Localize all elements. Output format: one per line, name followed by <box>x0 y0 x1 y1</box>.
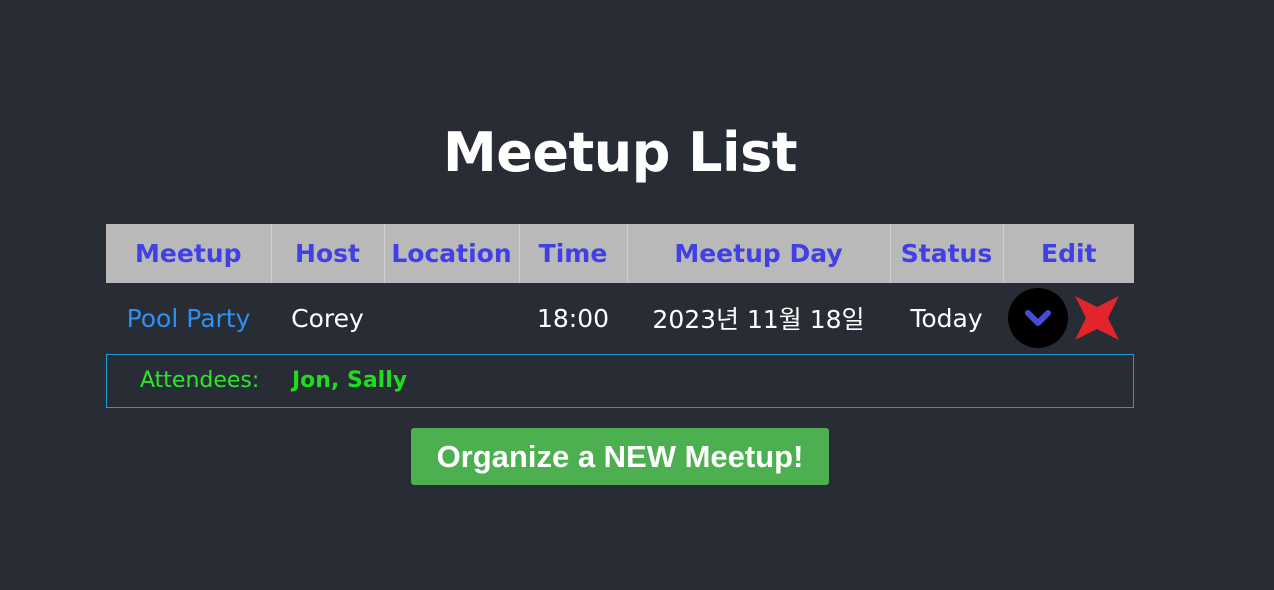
close-icon <box>1075 296 1119 340</box>
organize-new-meetup-button[interactable]: Organize a NEW Meetup! <box>411 428 829 485</box>
attendees-label: Attendees: <box>140 368 260 393</box>
edit-cell <box>1003 283 1134 353</box>
header-status: Status <box>889 224 1003 283</box>
header-time: Time <box>518 224 627 283</box>
status-cell: Today <box>910 303 983 333</box>
header-edit: Edit <box>1002 224 1134 283</box>
header-location: Location <box>383 224 519 283</box>
table-header-row: Meetup Host Location Time Meetup Day Sta… <box>106 224 1134 283</box>
header-meetup-day: Meetup Day <box>626 224 890 283</box>
attendees-row: Attendees: Jon, Sally <box>106 354 1134 408</box>
table-row: Pool Party Corey 18:00 2023년 11월 18일 Tod… <box>106 283 1134 353</box>
meetup-day-cell: 2023년 11월 18일 <box>652 305 865 334</box>
location-cell <box>384 283 519 353</box>
header-meetup: Meetup <box>106 224 271 283</box>
chevron-down-icon <box>1025 310 1051 326</box>
meetup-name-link[interactable]: Pool Party <box>106 283 271 353</box>
delete-button[interactable] <box>1072 293 1122 343</box>
host-cell: Corey <box>291 303 364 333</box>
header-host: Host <box>270 224 384 283</box>
page-title: Meetup List <box>442 121 798 184</box>
attendees-names: Jon, Sally <box>292 368 408 393</box>
time-cell: 18:00 <box>536 303 610 333</box>
meetup-table: Meetup Host Location Time Meetup Day Sta… <box>106 224 1134 353</box>
expand-button[interactable] <box>1008 288 1068 348</box>
